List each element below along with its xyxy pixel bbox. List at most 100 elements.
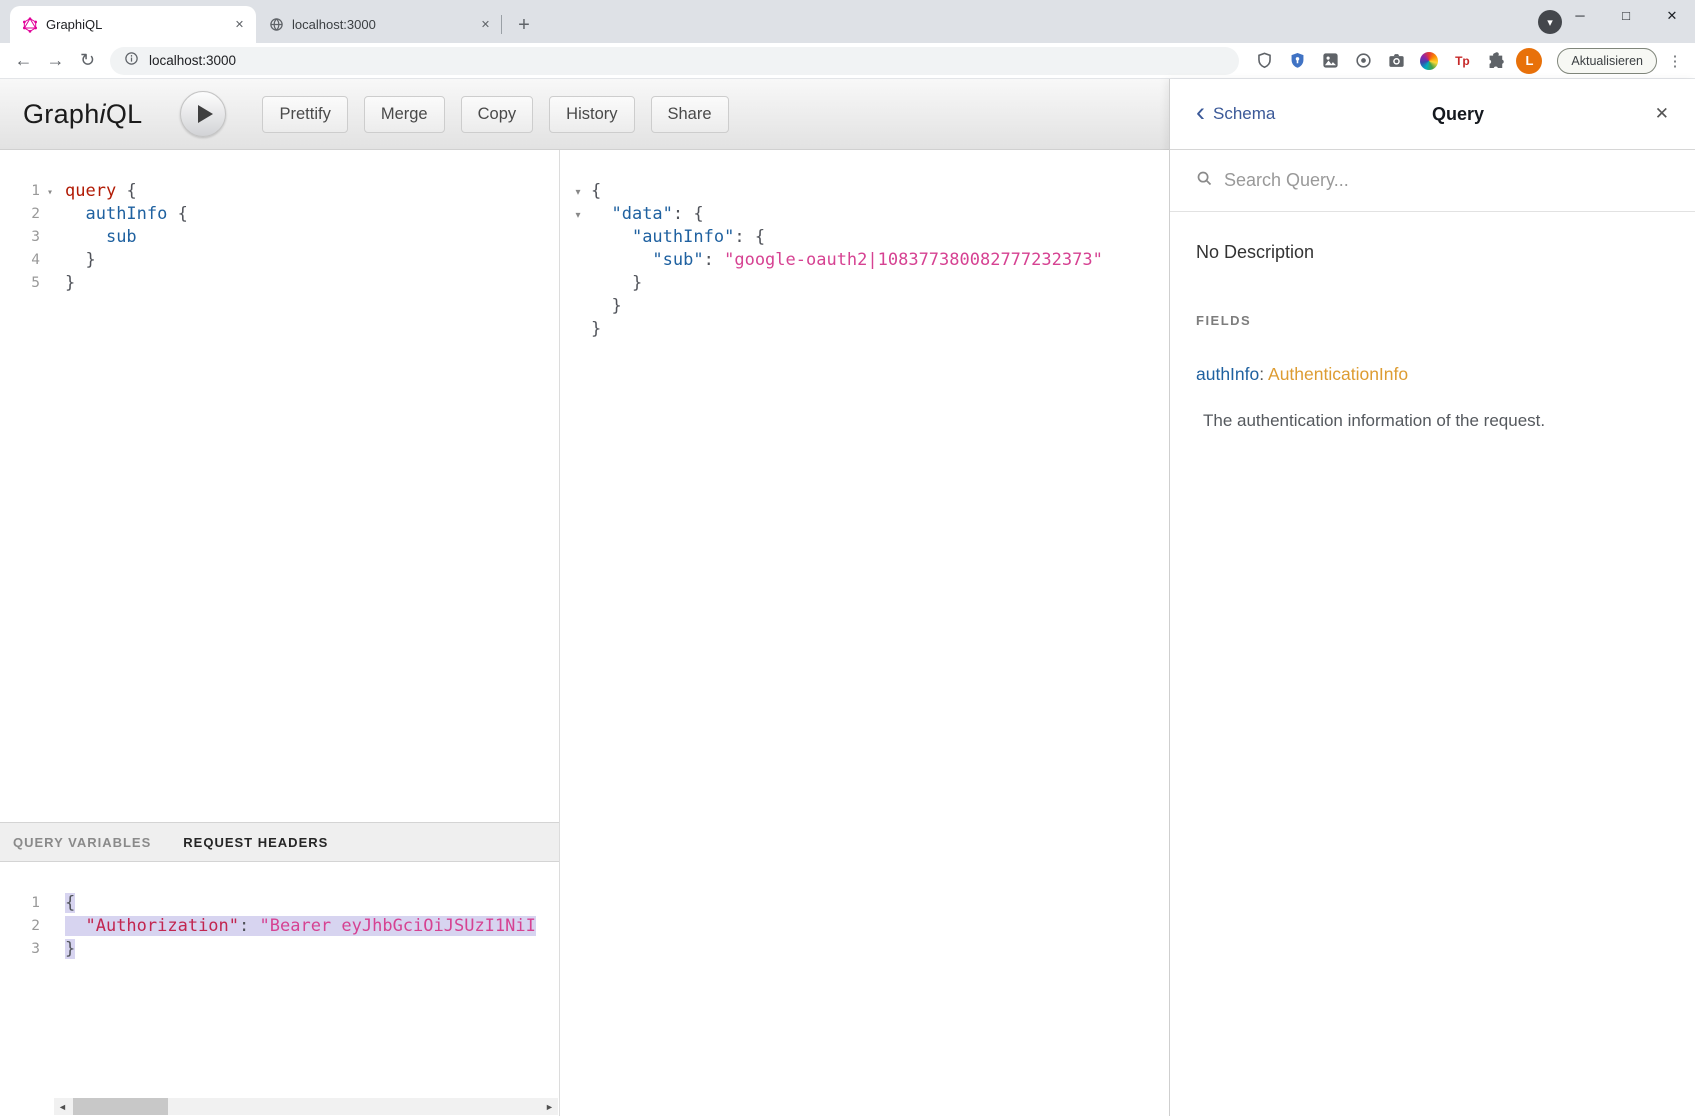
browser-window: GraphiQL ✕ localhost:3000 ✕ + ▾ ─ □ ✕ ← …: [0, 0, 1695, 1116]
code-line: "data": {: [591, 203, 1169, 226]
graphiql-app: GraphiQL Prettify Merge Copy History Sha…: [0, 79, 1169, 1116]
schema-description: No Description: [1196, 242, 1669, 263]
code-line: {: [65, 892, 559, 915]
request-headers-editor[interactable]: 123 { "Authorization": "Bearer eyJhbGciO…: [0, 862, 559, 1116]
code-line: "Authorization": "Bearer eyJhbGciOiJSUzI…: [65, 915, 559, 938]
extensions-puzzle-icon[interactable]: [1483, 49, 1507, 73]
query-editor-gutter: 1▾2345: [0, 150, 54, 822]
image-icon[interactable]: [1318, 49, 1342, 73]
code-line: }: [65, 272, 559, 295]
minimize-button[interactable]: ─: [1557, 0, 1603, 31]
line-number: 1: [0, 892, 54, 915]
browser-toolbar: ← → ↻ localhost:3000: [0, 43, 1695, 79]
line-number: 2: [0, 915, 54, 938]
headers-editor-gutter: 123: [0, 862, 54, 1116]
scroll-right-icon[interactable]: ►: [541, 1098, 558, 1115]
camera-icon[interactable]: [1384, 49, 1408, 73]
back-button[interactable]: ←: [10, 47, 37, 74]
address-bar[interactable]: localhost:3000: [110, 47, 1239, 75]
editors-area: 1▾2345 query { authInfo { sub }} QUERY V…: [0, 150, 1169, 1116]
new-tab-button[interactable]: +: [510, 11, 538, 39]
browser-menu-icon[interactable]: ⋮: [1667, 52, 1683, 70]
tab-title: GraphiQL: [46, 17, 223, 32]
tab-close-icon[interactable]: ✕: [231, 16, 248, 33]
doc-explorer-header: ‹ Schema Query ✕: [1170, 79, 1695, 150]
main-content: GraphiQL Prettify Merge Copy History Sha…: [0, 79, 1695, 1116]
tab-localhost[interactable]: localhost:3000 ✕: [256, 6, 502, 43]
code-line: {: [591, 180, 1169, 203]
fields-section-label: FIELDS: [1196, 313, 1669, 328]
search-icon: [1196, 170, 1213, 192]
fold-icon[interactable]: ▾: [571, 181, 585, 204]
variable-editor-title: QUERY VARIABLES REQUEST HEADERS: [0, 822, 559, 862]
query-editor-code[interactable]: query { authInfo { sub }}: [54, 150, 559, 822]
toolbar-buttons: Prettify Merge Copy History Share: [262, 96, 728, 133]
tab-close-icon[interactable]: ✕: [477, 16, 494, 33]
line-number: 3: [0, 938, 54, 961]
doc-search-row: [1170, 150, 1695, 212]
code-line: query {: [65, 180, 559, 203]
code-line: }: [65, 249, 559, 272]
fold-icon[interactable]: ▾: [47, 181, 53, 204]
reload-button[interactable]: ↻: [74, 47, 101, 74]
tab-title: localhost:3000: [292, 17, 469, 32]
query-editor[interactable]: 1▾2345 query { authInfo { sub }}: [0, 150, 559, 822]
doc-explorer-contents: No Description FIELDS authInfo: Authenti…: [1170, 212, 1695, 461]
graphql-logo-icon: [22, 17, 38, 33]
profile-avatar[interactable]: L: [1516, 48, 1542, 74]
tampermonkey-icon[interactable]: Tp: [1450, 49, 1474, 73]
history-button[interactable]: History: [549, 96, 634, 133]
result-viewer: { "data": { "authInfo": { "sub": "google…: [560, 150, 1169, 341]
code-line: sub: [65, 226, 559, 249]
extension-icons: Tp L: [1252, 48, 1542, 74]
execute-query-button[interactable]: [180, 91, 226, 137]
scrollbar-track[interactable]: [71, 1098, 541, 1115]
record-icon[interactable]: [1351, 49, 1375, 73]
site-info-icon[interactable]: [124, 51, 139, 71]
play-icon: [198, 105, 213, 123]
scrollbar-thumb[interactable]: [73, 1098, 168, 1115]
code-line: "sub": "google-oauth2|108377380082777232…: [591, 249, 1169, 272]
horizontal-scrollbar[interactable]: ◄ ►: [54, 1098, 558, 1115]
field-name-link[interactable]: authInfo: [1196, 364, 1259, 384]
doc-title: Query: [1275, 104, 1640, 125]
browser-update-button[interactable]: Aktualisieren: [1557, 48, 1657, 74]
merge-button[interactable]: Merge: [364, 96, 445, 133]
forward-button[interactable]: →: [42, 47, 69, 74]
line-number: 3: [0, 226, 54, 249]
chevron-left-icon: ‹: [1196, 99, 1205, 126]
field-separator: :: [1259, 364, 1268, 384]
shield-icon[interactable]: [1252, 49, 1276, 73]
doc-back-label: Schema: [1213, 104, 1275, 124]
scroll-left-icon[interactable]: ◄: [54, 1098, 71, 1115]
browser-tab-strip: GraphiQL ✕ localhost:3000 ✕ + ▾ ─ □ ✕: [0, 0, 1695, 43]
close-window-button[interactable]: ✕: [1649, 0, 1695, 31]
field-type-link[interactable]: AuthenticationInfo: [1268, 364, 1408, 384]
globe-icon: [268, 17, 284, 33]
maximize-button[interactable]: □: [1603, 0, 1649, 31]
color-wheel-icon[interactable]: [1417, 49, 1441, 73]
code-line: }: [591, 272, 1169, 295]
code-line: }: [591, 295, 1169, 318]
doc-close-icon[interactable]: ✕: [1655, 104, 1669, 124]
code-line: "authInfo": {: [591, 226, 1169, 249]
fold-icon[interactable]: ▾: [571, 204, 585, 227]
headers-editor-code[interactable]: { "Authorization": "Bearer eyJhbGciOiJSU…: [54, 862, 559, 1116]
tab-graphiql[interactable]: GraphiQL ✕: [10, 6, 256, 43]
share-button[interactable]: Share: [651, 96, 729, 133]
doc-back-link[interactable]: ‹ Schema: [1196, 103, 1275, 126]
doc-search-input[interactable]: [1224, 170, 1669, 191]
tab-query-variables[interactable]: QUERY VARIABLES: [13, 835, 151, 850]
field-item: authInfo: AuthenticationInfo: [1196, 364, 1669, 385]
field-description: The authentication information of the re…: [1203, 411, 1669, 431]
code-line: }: [65, 938, 559, 961]
graphiql-topbar: GraphiQL Prettify Merge Copy History Sha…: [0, 79, 1169, 150]
result-pane: ▾ ▾ { "data": { "authInfo": { "sub": "go…: [560, 150, 1169, 1116]
window-controls: ─ □ ✕: [1557, 0, 1695, 31]
shield-lock-icon[interactable]: [1285, 49, 1309, 73]
line-number: 4: [0, 249, 54, 272]
prettify-button[interactable]: Prettify: [262, 96, 347, 133]
copy-button[interactable]: Copy: [461, 96, 534, 133]
url-text: localhost:3000: [149, 53, 236, 68]
tab-request-headers[interactable]: REQUEST HEADERS: [183, 835, 328, 850]
